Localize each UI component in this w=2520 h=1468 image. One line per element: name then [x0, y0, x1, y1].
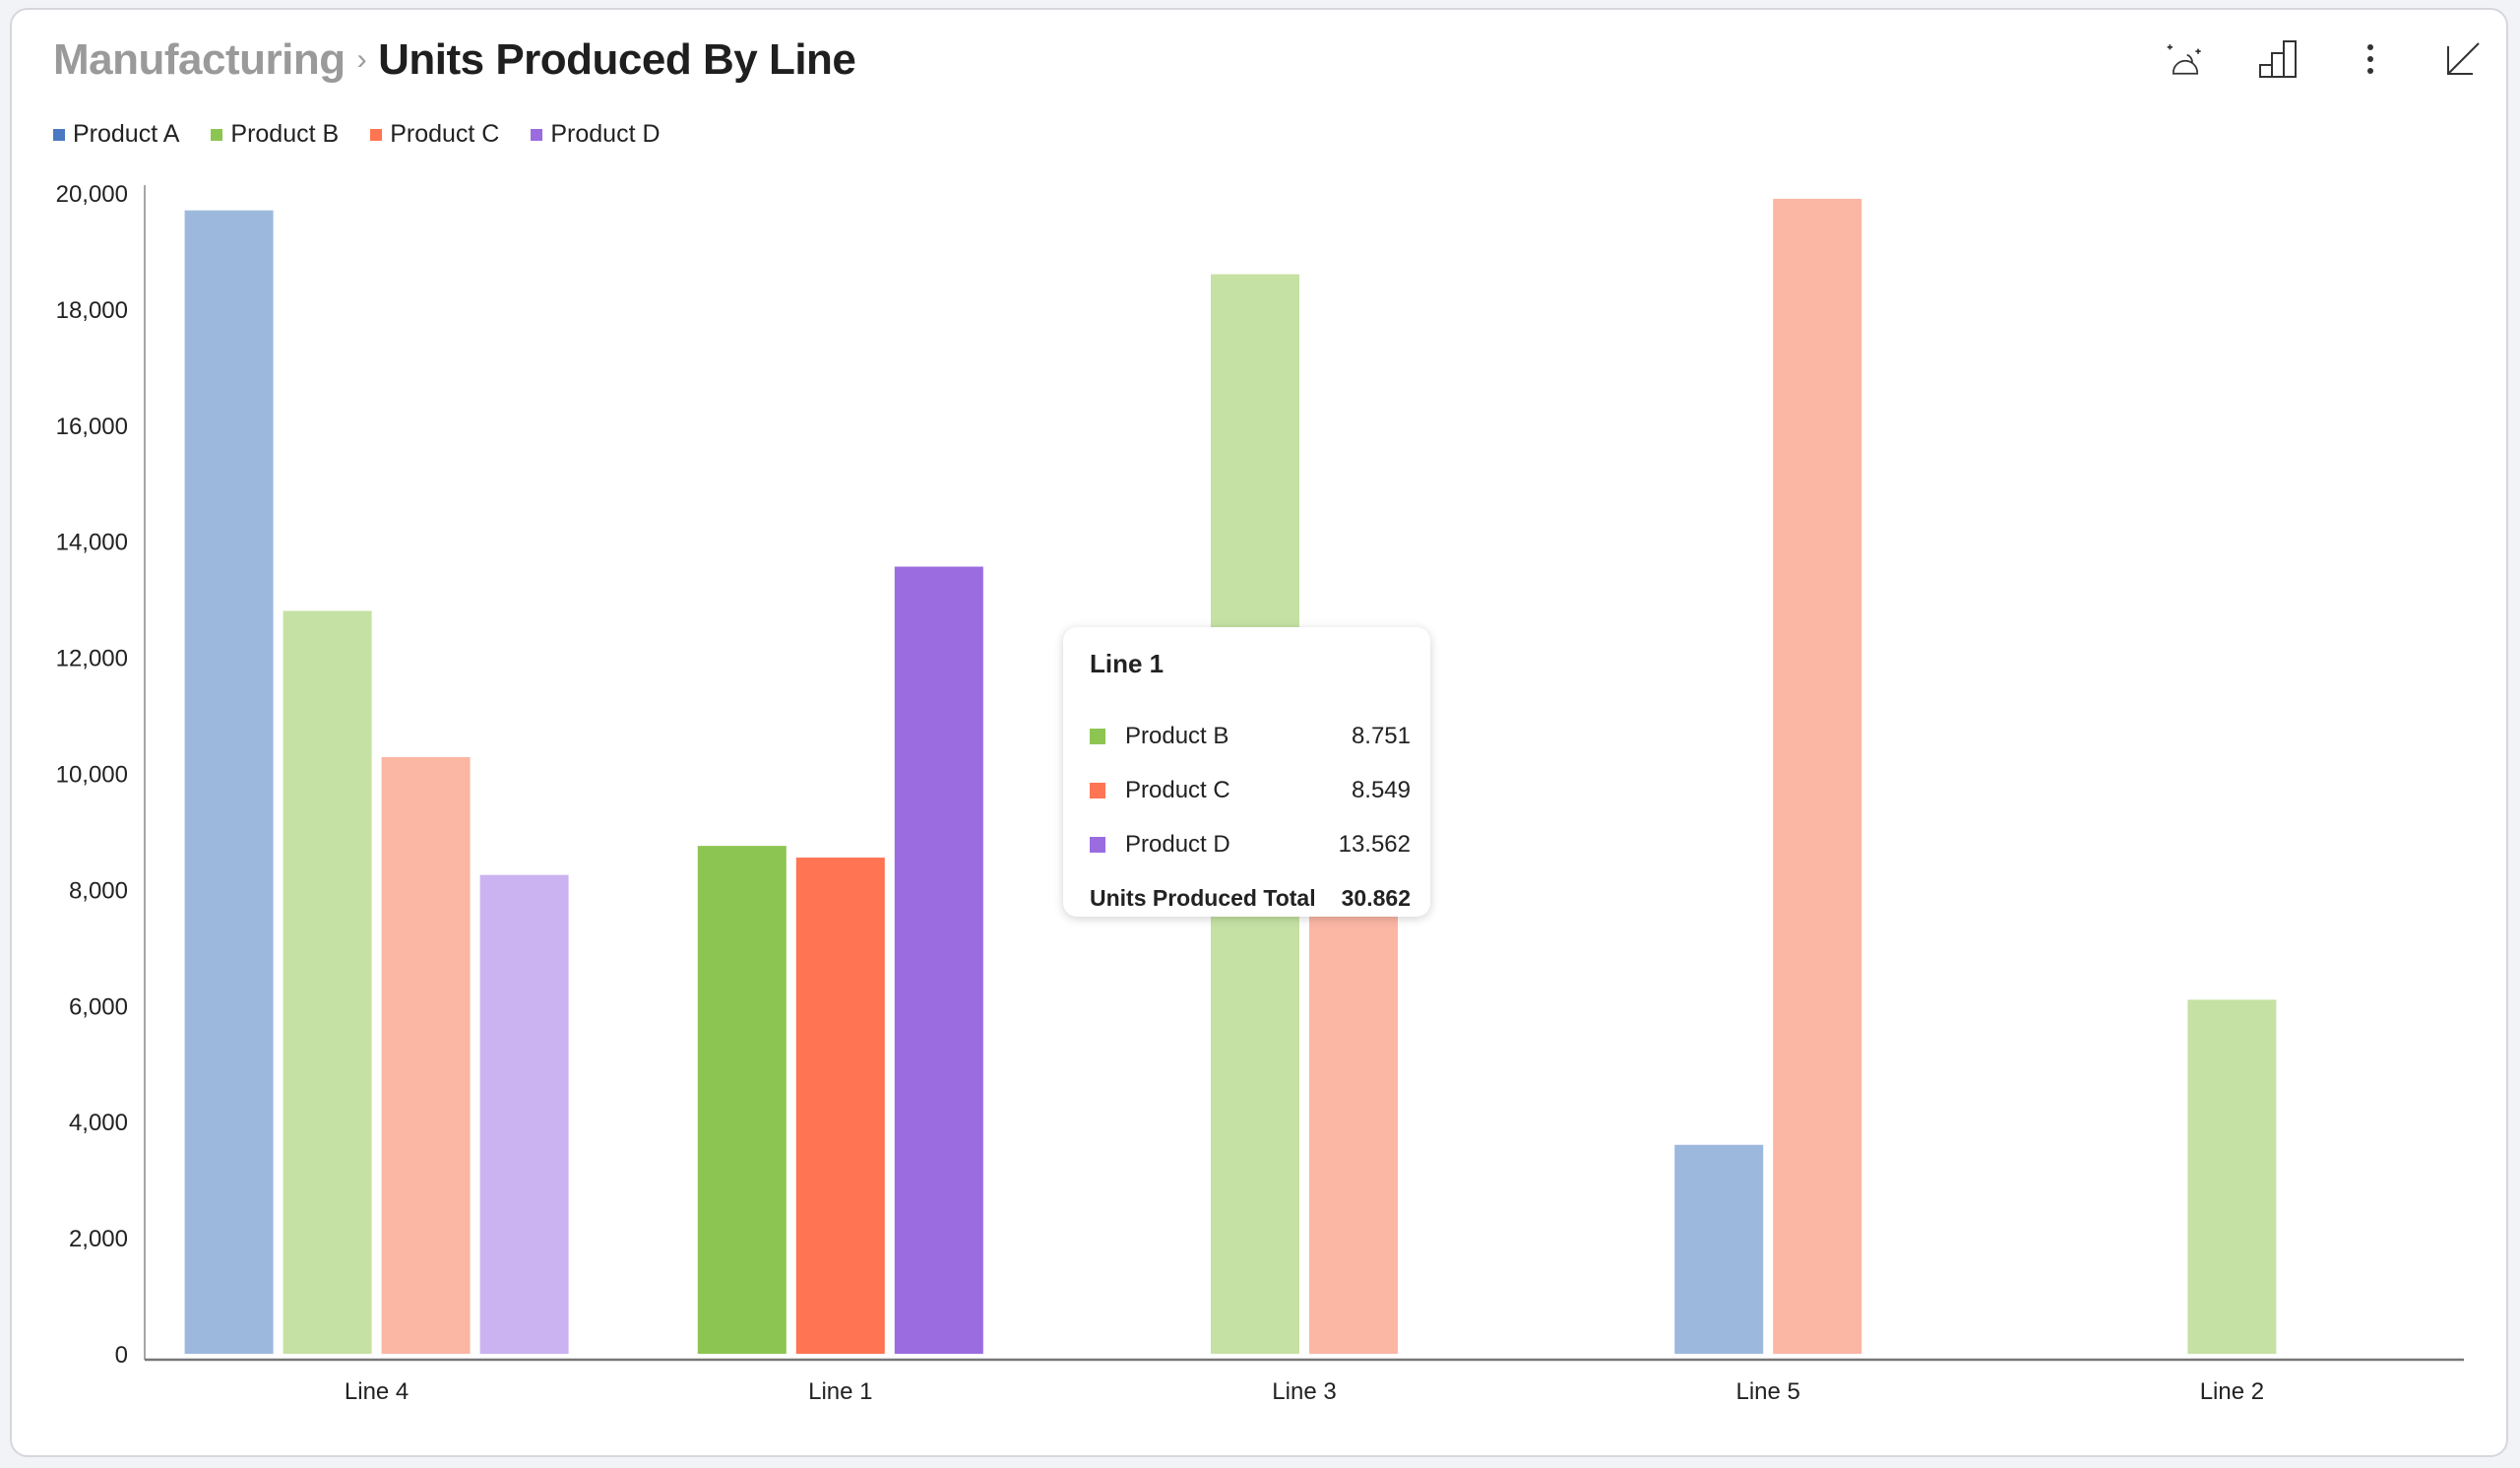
bar-product-d[interactable] [894, 566, 983, 1354]
y-tick-label: 0 [115, 1342, 128, 1369]
bar-product-c[interactable] [1309, 889, 1398, 1354]
tooltip-row: Product B 8.751 [1090, 709, 1411, 763]
x-tick-label: Line 2 [2200, 1378, 2264, 1405]
tooltip-row-label: Product C [1125, 776, 1230, 803]
y-tick-label: 2,000 [69, 1226, 128, 1252]
x-tick-label: Line 5 [1736, 1378, 1800, 1405]
bar-product-a[interactable] [184, 210, 274, 1354]
tooltip-total-label: Units Produced Total [1090, 885, 1316, 911]
tooltip-row: Product C 8.549 [1090, 763, 1411, 817]
bar-product-d[interactable] [479, 874, 569, 1354]
tooltip-title: Line 1 [1090, 649, 1165, 678]
y-tick-label: 20,000 [56, 181, 128, 208]
tooltip-row-value: 8.549 [1351, 776, 1411, 803]
bar-product-c[interactable] [1773, 198, 1862, 1354]
tooltip-row-label: Product B [1125, 722, 1229, 749]
tooltip-row-label: Product D [1125, 830, 1230, 858]
tooltip-row-value: 13.562 [1338, 830, 1411, 858]
tooltip-total-row: Units Produced Total 30.862 [1090, 871, 1411, 925]
bar-product-a[interactable] [1674, 1144, 1764, 1354]
y-tick-label: 14,000 [56, 530, 128, 556]
bar-product-c[interactable] [795, 858, 885, 1354]
y-tick-label: 12,000 [56, 646, 128, 672]
x-tick-label: Line 1 [808, 1378, 872, 1405]
tooltip-row-value: 8.751 [1351, 722, 1411, 749]
bar-product-b[interactable] [2187, 999, 2277, 1354]
chart-tooltip: Line 1 Product B 8.751 Product C 8.549 Produ… [1063, 627, 1430, 917]
bar-product-b[interactable] [697, 846, 787, 1354]
y-tick-label: 18,000 [56, 297, 128, 324]
y-tick-label: 16,000 [56, 414, 128, 440]
tooltip-swatch-icon [1090, 782, 1105, 798]
bar-product-b[interactable] [283, 610, 372, 1354]
tooltip-row: Product D 13.562 [1090, 817, 1411, 871]
y-tick-label: 4,000 [69, 1110, 128, 1136]
y-tick-label: 6,000 [69, 993, 128, 1020]
y-tick-label: 8,000 [69, 877, 128, 904]
tooltip-total-value: 30.862 [1341, 885, 1411, 911]
y-tick-label: 10,000 [56, 762, 128, 789]
x-tick-label: Line 4 [345, 1378, 409, 1405]
tooltip-swatch-icon [1090, 836, 1105, 853]
tooltip-swatch-icon [1090, 728, 1105, 744]
bar-product-c[interactable] [381, 756, 471, 1354]
x-tick-label: Line 3 [1272, 1378, 1336, 1405]
